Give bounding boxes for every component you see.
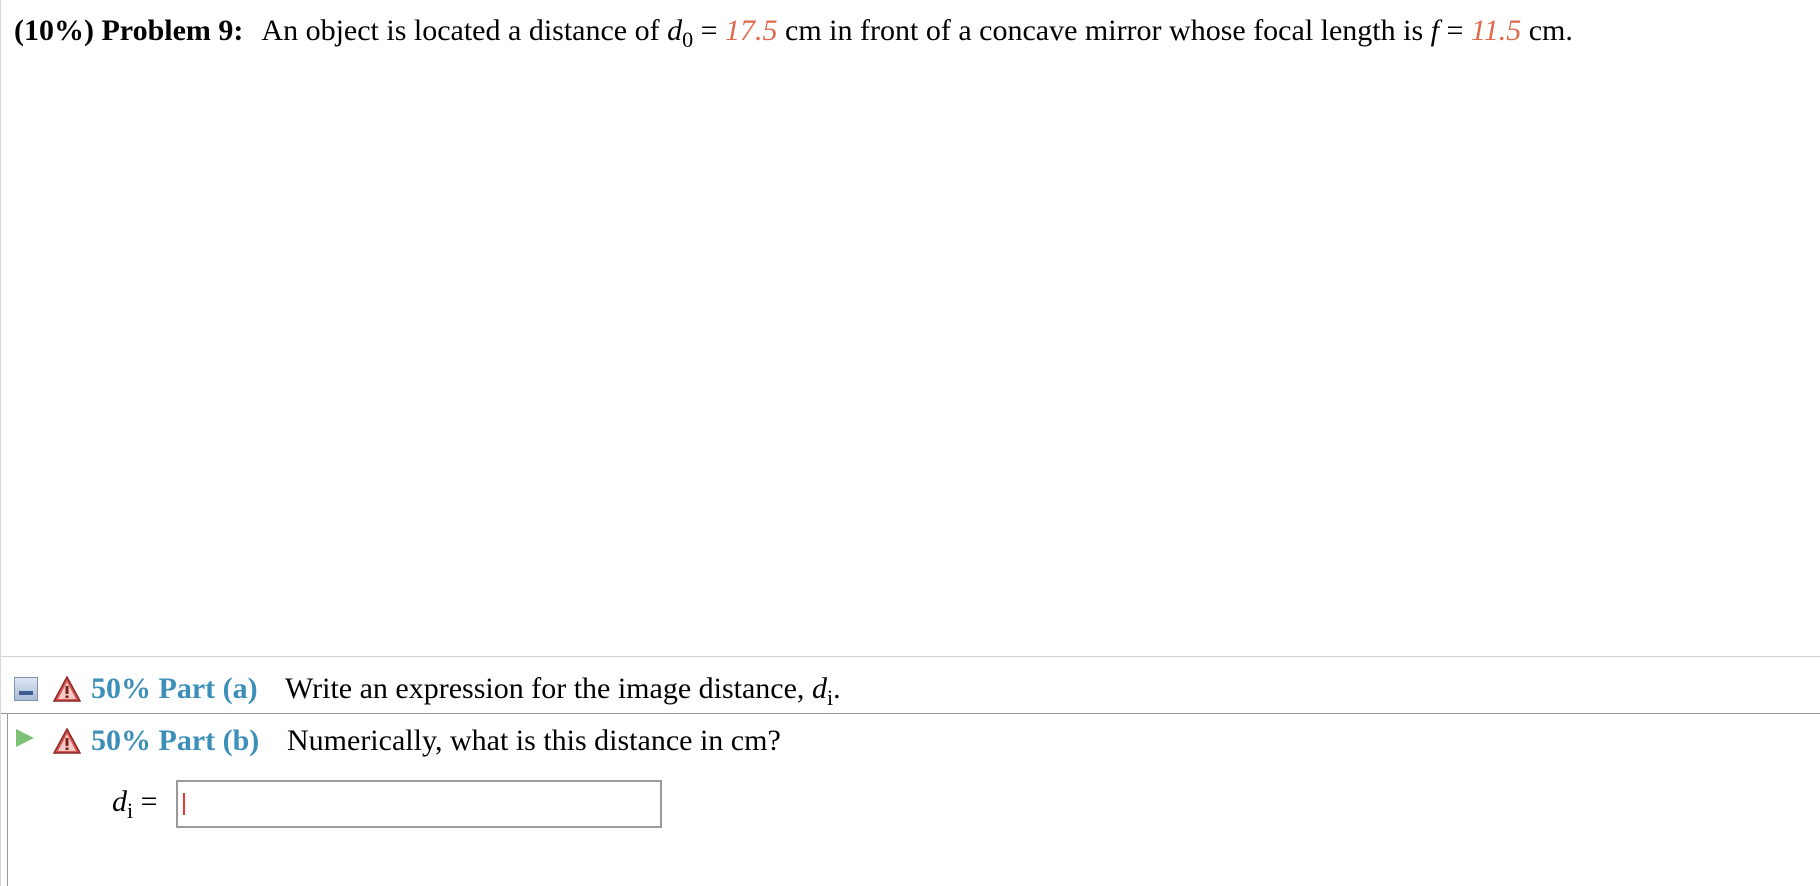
problem-weight: (10%) — [14, 14, 94, 47]
part-a-row[interactable]: 50% Part (a) Write an expression for the… — [1, 665, 1820, 714]
problem-heading: (10%) Problem 9: — [14, 14, 243, 47]
part-a-weight: 50% — [91, 672, 151, 705]
do-value: 17.5 — [725, 14, 778, 47]
equals-sign: = — [693, 14, 726, 47]
part-b-prompt: Numerically, what is this distance in cm… — [287, 724, 781, 757]
problem-title: Problem 9: — [101, 14, 244, 47]
warning-icon — [53, 728, 81, 754]
answer-input[interactable] — [176, 780, 662, 828]
section-divider — [1, 656, 1820, 657]
answer-var-subscript: i — [127, 798, 134, 823]
part-a-suffix: . — [833, 672, 841, 705]
warning-icon — [53, 676, 81, 702]
part-a-var-subscript: i — [826, 685, 834, 710]
part-b-weight-label: 50% Part (b) — [91, 721, 259, 761]
part-a-prompt: Write an expression for the image distan… — [285, 669, 841, 711]
collapse-icon[interactable] — [14, 677, 38, 701]
f-value: 11.5 — [1470, 14, 1522, 47]
answer-var: d — [112, 785, 127, 818]
expand-arrow-icon[interactable] — [16, 729, 34, 747]
text-caret — [183, 793, 185, 815]
part-a-var: d — [811, 672, 827, 705]
part-b-label: Part (b) — [158, 724, 260, 757]
equals-sign-f: = — [1439, 14, 1471, 47]
problem-text-3: cm. — [1521, 14, 1573, 47]
part-a-prompt-text: Write an expression for the image distan… — [285, 672, 812, 705]
part-a-weight-label: 50% Part (a) — [91, 669, 258, 709]
problem-page: (10%) Problem 9: An object is located a d… — [0, 0, 1820, 886]
part-b-weight: 50% — [91, 724, 151, 757]
problem-text-1: An object is located a distance of — [261, 14, 668, 47]
var-do: d — [667, 14, 683, 47]
var-f: f — [1430, 14, 1439, 47]
part-a-label: Part (a) — [158, 672, 258, 705]
problem-statement: (10%) Problem 9: An object is located a d… — [14, 11, 1573, 53]
answer-equals: = — [140, 785, 158, 818]
var-do-subscript: 0 — [682, 27, 694, 52]
problem-text-2: cm in front of a concave mirror whose fo… — [777, 14, 1431, 47]
answer-label: di = — [112, 780, 158, 826]
